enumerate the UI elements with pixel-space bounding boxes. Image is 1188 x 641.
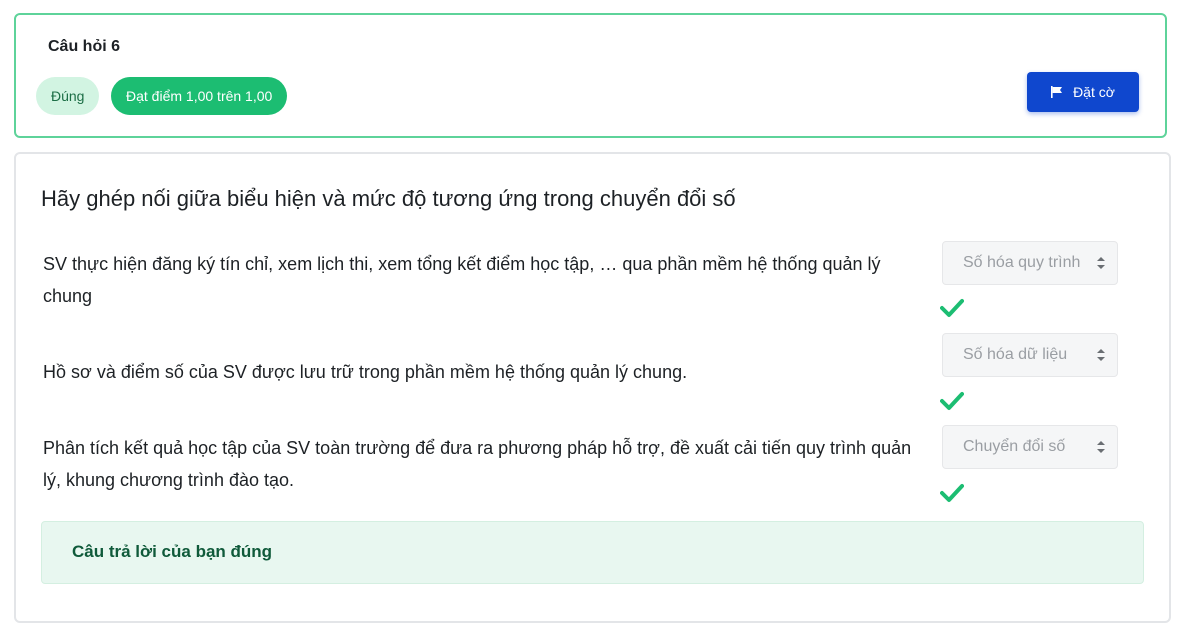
feedback-text: Câu trả lời của bạn đúng [72, 542, 273, 561]
check-icon [940, 484, 964, 502]
question-prompt: Hãy ghép nối giữa biểu hiện và mức độ tư… [41, 186, 736, 211]
match-select-2[interactable]: Số hóa dữ liệu [942, 333, 1118, 377]
match-select-value-1: Số hóa quy trình [963, 254, 1081, 271]
match-item-text-3: Phân tích kết quả học tập của SV toàn tr… [43, 438, 912, 490]
sort-caret-icon [1097, 441, 1105, 453]
question-title: Câu hỏi 6 [48, 38, 121, 55]
status-badge: Đúng [36, 77, 100, 115]
check-icon [940, 392, 964, 410]
sort-caret-icon [1097, 349, 1105, 361]
match-select-1[interactable]: Số hóa quy trình [942, 241, 1118, 285]
answer-feedback: Câu trả lời của bạn đúng [41, 521, 1144, 584]
question-info-card: Câu hỏi 6 Đúng Đạt điểm 1,00 trên 1,00 Đ… [14, 13, 1167, 138]
match-item-text-1: SV thực hiện đăng ký tín chỉ, xem lịch t… [43, 254, 881, 306]
sort-caret-icon [1097, 257, 1105, 269]
match-select-3[interactable]: Chuyển đổi số [942, 425, 1118, 469]
grade-badge: Đạt điểm 1,00 trên 1,00 [111, 77, 288, 115]
match-select-value-3: Chuyển đổi số [963, 438, 1066, 455]
check-icon [940, 299, 964, 317]
match-item-text-2: Hồ sơ và điểm số của SV được lưu trữ tro… [43, 362, 688, 382]
match-select-value-2: Số hóa dữ liệu [963, 346, 1068, 363]
question-content-card: Hãy ghép nối giữa biểu hiện và mức độ tư… [14, 152, 1171, 623]
flag-icon [1051, 86, 1063, 98]
flag-button-label: Đặt cờ [1073, 84, 1115, 100]
flag-question-button[interactable]: Đặt cờ [1027, 72, 1139, 112]
